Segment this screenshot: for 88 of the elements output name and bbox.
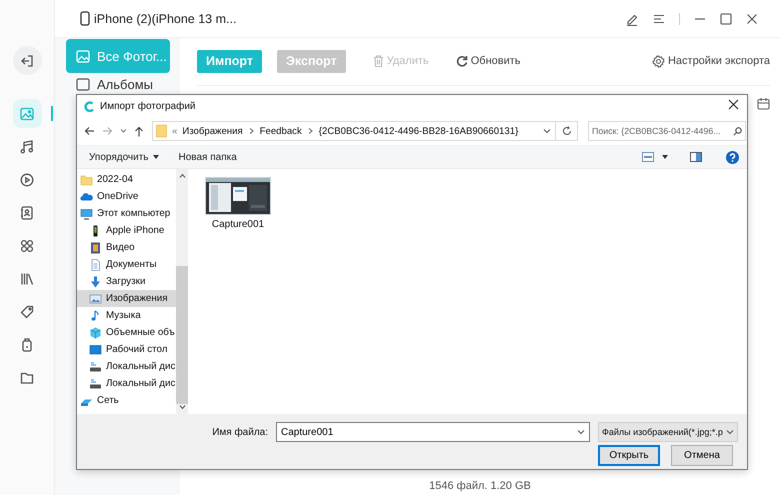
dialog-title: Импорт фотографий — [100, 100, 196, 112]
close-icon — [728, 99, 739, 110]
calendar-icon — [757, 96, 770, 110]
chevron-down-icon — [726, 429, 734, 435]
dropdown-triangle-icon — [662, 155, 668, 159]
refresh-button[interactable] — [556, 121, 578, 141]
help-icon — [726, 150, 739, 164]
drive-icon — [89, 378, 102, 390]
nav-item[interactable]: OneDrive — [77, 188, 176, 205]
filename-label: Имя файла: — [211, 426, 268, 438]
open-button[interactable]: Открыть — [598, 444, 660, 466]
forward-arrow-icon — [102, 126, 113, 136]
close-icon — [746, 12, 758, 24]
cube-icon — [89, 326, 102, 338]
scroll-down-icon — [178, 405, 186, 410]
gear-icon — [652, 54, 665, 68]
device-title: iPhone (2)(iPhone 13 m... — [94, 12, 236, 26]
filename-field[interactable]: Capture001 — [276, 422, 590, 442]
photo-icon — [20, 106, 34, 120]
app-logo-icon — [84, 100, 95, 112]
breadcrumb-item[interactable]: Feedback — [260, 126, 302, 136]
monitor-icon — [80, 208, 93, 220]
overflow-mark[interactable]: « — [172, 126, 178, 136]
nav-item[interactable]: Локальный дис — [77, 358, 176, 375]
nav-item[interactable]: Объемные объ — [77, 324, 176, 341]
nav-item[interactable]: Загрузки — [77, 273, 176, 290]
nav-item[interactable]: Рабочий стол — [77, 341, 176, 358]
nav-item[interactable]: Изображения — [77, 290, 176, 307]
books-icon — [20, 272, 34, 286]
nav-item[interactable]: 2022-04 — [77, 171, 176, 188]
nav-item[interactable]: Сеть — [77, 392, 176, 409]
menu-icon — [653, 12, 665, 24]
status-text: 1546 файл. 1.20 GB — [428, 480, 532, 494]
folder-icon — [156, 124, 167, 138]
apps-icon — [20, 238, 34, 252]
up-arrow-icon — [134, 126, 144, 136]
nav-item[interactable]: Видео — [77, 239, 176, 256]
breadcrumb-item[interactable]: Изображения — [182, 126, 243, 136]
nav-item[interactable]: Музыка — [77, 307, 176, 324]
breadcrumb-item[interactable]: {2CB0BC36-0412-4496-BB28-16AB90660131} — [318, 126, 518, 136]
trash-icon — [372, 55, 384, 67]
breadcrumb-chevron-icon — [306, 127, 314, 135]
document-icon — [89, 258, 102, 270]
dropdown-triangle-icon — [152, 155, 159, 159]
nav-item[interactable]: Локальный дис — [77, 375, 176, 392]
export-settings-button[interactable]: Настройки экспорта — [652, 54, 770, 68]
refresh-icon — [456, 55, 468, 67]
view-mode-icon — [642, 152, 654, 162]
chevron-down-icon — [543, 128, 551, 134]
file-type-dropdown[interactable]: Файлы изображений(*.jpg;*.p — [598, 422, 738, 442]
scroll-up-icon — [178, 173, 186, 178]
contacts-icon — [20, 206, 34, 220]
nav-item[interactable]: Документы — [77, 256, 176, 273]
rail-item[interactable] — [12, 46, 42, 75]
back-arrow-icon — [84, 126, 95, 136]
tag-icon — [20, 304, 34, 318]
search-icon — [733, 127, 742, 136]
scrollbar[interactable] — [176, 169, 188, 414]
play-circle-icon — [20, 172, 34, 186]
usb-drive-icon — [20, 338, 34, 352]
organize-menu[interactable]: Упорядочить — [89, 152, 159, 162]
desktop-icon — [89, 344, 102, 356]
chevron-down-icon — [577, 429, 585, 435]
nav-item[interactable]: Apple iPhone — [77, 222, 176, 239]
nav-item[interactable]: Этот компьютер — [77, 205, 176, 222]
cancel-button[interactable]: Отмена — [671, 444, 733, 466]
phone-outline-icon — [80, 11, 90, 26]
folder-icon — [80, 174, 93, 186]
picture-icon — [89, 292, 102, 304]
category-item[interactable]: Альбомы — [66, 76, 170, 92]
new-folder-button[interactable]: Новая папка — [178, 152, 237, 162]
refresh-button[interactable]: Обновить — [452, 50, 524, 72]
file-item[interactable]: Capture001 — [204, 176, 272, 231]
photo-icon — [76, 50, 90, 62]
cloud-icon — [80, 190, 93, 202]
folder-icon — [20, 370, 34, 384]
maximize-icon — [720, 12, 732, 24]
address-bar[interactable]: « Изображения Feedback {2CB0BC36-0412-4496-BB28-16AB90660131} — [152, 121, 556, 141]
search-field[interactable]: Поиск: {2CB0BC36-0412-4496... — [588, 121, 746, 141]
preview-pane-icon — [690, 152, 702, 162]
exit-icon — [20, 54, 34, 68]
drive-icon — [89, 360, 102, 372]
refresh-icon — [562, 126, 572, 136]
music-notes-icon — [20, 140, 34, 154]
film-icon — [89, 242, 102, 254]
download-arrow-icon — [89, 276, 102, 288]
breadcrumb-chevron-icon — [248, 127, 255, 135]
chevron-down-icon — [120, 128, 127, 134]
